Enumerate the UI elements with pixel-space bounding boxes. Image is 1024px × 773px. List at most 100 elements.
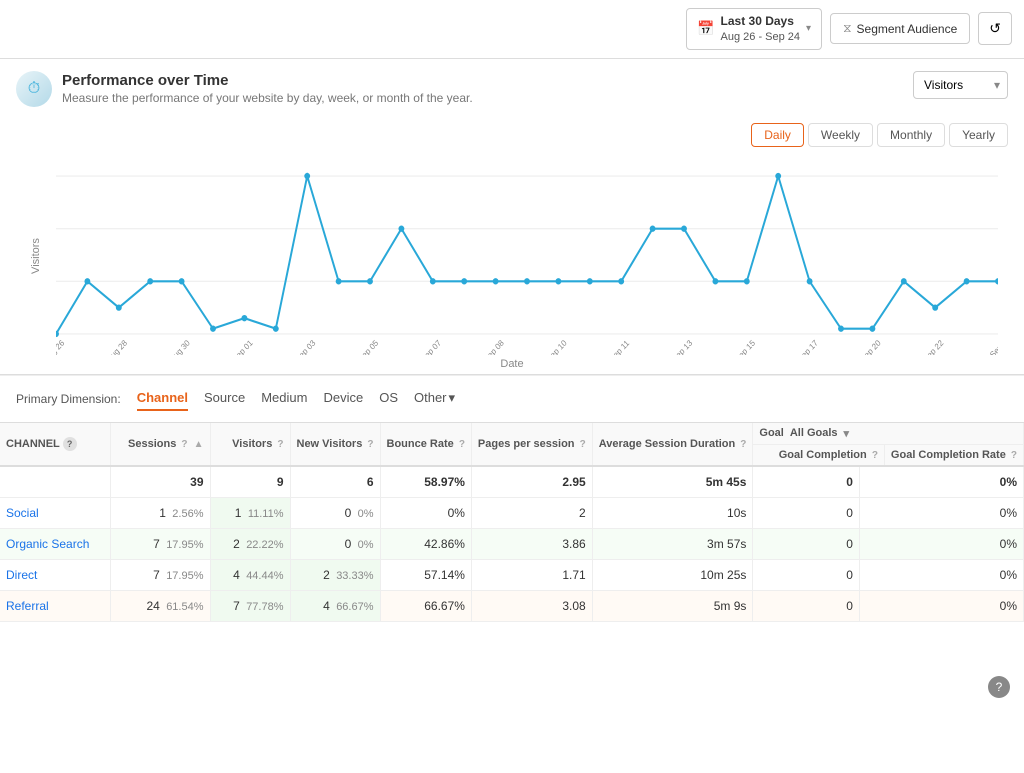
total-avg-session: 5m 45s [592, 466, 753, 498]
calendar-icon: 📅 [697, 20, 714, 37]
dim-tab-channel[interactable]: Channel [137, 386, 188, 411]
sessions-sort-icon: ▲ [194, 439, 204, 450]
date-range-sub: Aug 26 - Sep 24 [721, 30, 801, 44]
dim-tab-source[interactable]: Source [204, 386, 245, 411]
col-sessions: Sessions ? ▲ [110, 423, 210, 466]
row-goal-completion-1: 0 [753, 528, 859, 559]
segment-label: Segment Audience [857, 22, 958, 36]
svg-text:Sep 17: Sep 17 [796, 338, 820, 355]
col-channel: CHANNEL ? [0, 423, 110, 466]
svg-text:Aug 26: Aug 26 [56, 338, 66, 355]
total-visitors: 9 [210, 466, 290, 498]
goal-rate-help-icon[interactable]: ? [1011, 450, 1017, 461]
col-avg-session: Average Session Duration ? [592, 423, 753, 466]
dimension-bar: Primary Dimension: Channel Source Medium… [0, 375, 1024, 423]
row-visitors-3: 7 77.78% [210, 590, 290, 621]
total-goal-rate: 0% [859, 466, 1023, 498]
refresh-button[interactable]: ↺ [978, 12, 1012, 45]
row-bounce-rate-1: 42.86% [380, 528, 471, 559]
svg-text:Aug 30: Aug 30 [168, 338, 192, 355]
tab-monthly[interactable]: Monthly [877, 123, 945, 147]
dim-tab-other[interactable]: Other ▾ [414, 386, 455, 412]
row-new-visitors-1: 0 0% [290, 528, 380, 559]
row-channel-3[interactable]: Referral [0, 590, 110, 621]
goal-dropdown-arrow[interactable]: ▾ [844, 427, 850, 440]
row-visitors-1: 2 22.22% [210, 528, 290, 559]
row-new-visitors-0: 0 0% [290, 497, 380, 528]
row-pages-1: 3.86 [471, 528, 592, 559]
col-pages-per-session: Pages per session ? [471, 423, 592, 466]
tab-weekly[interactable]: Weekly [808, 123, 873, 147]
row-sessions-1: 7 17.95% [110, 528, 210, 559]
col-visitors: Visitors ? [210, 423, 290, 466]
performance-chart: 0 1 2 3 [56, 155, 998, 355]
chevron-down-icon: ▾ [806, 23, 811, 34]
total-channel [0, 466, 110, 498]
row-goal-rate-2: 0% [859, 559, 1023, 590]
row-pages-0: 2 [471, 497, 592, 528]
table-section: CHANNEL ? Sessions ? ▲ Visitors ? New Vi… [0, 423, 1024, 773]
total-new-visitors: 6 [290, 466, 380, 498]
avg-session-help-icon[interactable]: ? [740, 439, 746, 450]
new-visitors-help-icon[interactable]: ? [367, 439, 373, 450]
row-avg-session-3: 5m 9s [592, 590, 753, 621]
row-goal-completion-3: 0 [753, 590, 859, 621]
goal-label: Goal [759, 427, 783, 439]
row-pages-3: 3.08 [471, 590, 592, 621]
goal-completion-help-icon[interactable]: ? [872, 450, 878, 461]
row-channel-1[interactable]: Organic Search [0, 528, 110, 559]
filter-icon: ⧖ [843, 21, 851, 36]
help-button[interactable]: ? [988, 676, 1010, 698]
row-goal-completion-2: 0 [753, 559, 859, 590]
svg-text:Sep 11: Sep 11 [608, 338, 632, 355]
row-sessions-0: 1 2.56% [110, 497, 210, 528]
total-sessions: 39 [110, 466, 210, 498]
data-table: CHANNEL ? Sessions ? ▲ Visitors ? New Vi… [0, 423, 1024, 622]
row-sessions-3: 24 61.54% [110, 590, 210, 621]
svg-text:Sep 10: Sep 10 [545, 338, 569, 355]
row-goal-rate-0: 0% [859, 497, 1023, 528]
dim-tab-device[interactable]: Device [323, 386, 363, 411]
date-range-button[interactable]: 📅 Last 30 Days Aug 26 - Sep 24 ▾ [686, 8, 822, 50]
segment-audience-button[interactable]: ⧖ Segment Audience [830, 13, 970, 44]
bounce-rate-help-icon[interactable]: ? [459, 439, 465, 450]
col-goal-header: Goal All Goals ▾ Goal Completion ? Goal … [753, 423, 1024, 466]
performance-title: Performance over Time [62, 72, 473, 89]
svg-text:Sep 22: Sep 22 [922, 338, 946, 355]
channel-help-icon[interactable]: ? [63, 437, 77, 451]
sessions-help-icon[interactable]: ? [181, 439, 187, 450]
svg-text:Aug 28: Aug 28 [105, 338, 129, 355]
row-channel-2[interactable]: Direct [0, 559, 110, 590]
svg-text:Sep 20: Sep 20 [859, 338, 883, 355]
row-channel-0[interactable]: Social [0, 497, 110, 528]
performance-icon: ⏱ [16, 71, 52, 107]
performance-section: ⏱ Performance over Time Measure the perf… [0, 59, 1024, 375]
svg-text:Sep 07: Sep 07 [419, 338, 443, 355]
row-visitors-0: 1 11.11% [210, 497, 290, 528]
visitors-dropdown[interactable]: Visitors Sessions Pageviews [913, 71, 1008, 99]
row-avg-session-0: 10s [592, 497, 753, 528]
pages-help-icon[interactable]: ? [580, 439, 586, 450]
row-pages-2: 1.71 [471, 559, 592, 590]
dim-tab-medium[interactable]: Medium [261, 386, 307, 411]
row-bounce-rate-3: 66.67% [380, 590, 471, 621]
col-bounce-rate: Bounce Rate ? [380, 423, 471, 466]
svg-text:Sep 05: Sep 05 [356, 338, 380, 355]
y-axis-label: Visitors [30, 238, 42, 274]
visitors-help-icon[interactable]: ? [277, 439, 283, 450]
tab-daily[interactable]: Daily [751, 123, 804, 147]
row-new-visitors-2: 2 33.33% [290, 559, 380, 590]
tab-yearly[interactable]: Yearly [949, 123, 1008, 147]
col-goal-completion: Goal Completion [779, 449, 867, 461]
row-bounce-rate-2: 57.14% [380, 559, 471, 590]
svg-text:Sep 03: Sep 03 [294, 338, 318, 355]
svg-text:Sep 08: Sep 08 [482, 338, 506, 355]
top-bar: 📅 Last 30 Days Aug 26 - Sep 24 ▾ ⧖ Segme… [0, 0, 1024, 59]
svg-text:Sep: Sep [988, 342, 998, 355]
svg-text:Sep 01: Sep 01 [231, 338, 255, 355]
col-goal-rate: Goal Completion Rate [891, 449, 1006, 461]
svg-text:Sep 13: Sep 13 [670, 338, 694, 355]
row-bounce-rate-0: 0% [380, 497, 471, 528]
dim-tab-os[interactable]: OS [379, 386, 398, 411]
chevron-down-icon: ▾ [449, 390, 456, 406]
